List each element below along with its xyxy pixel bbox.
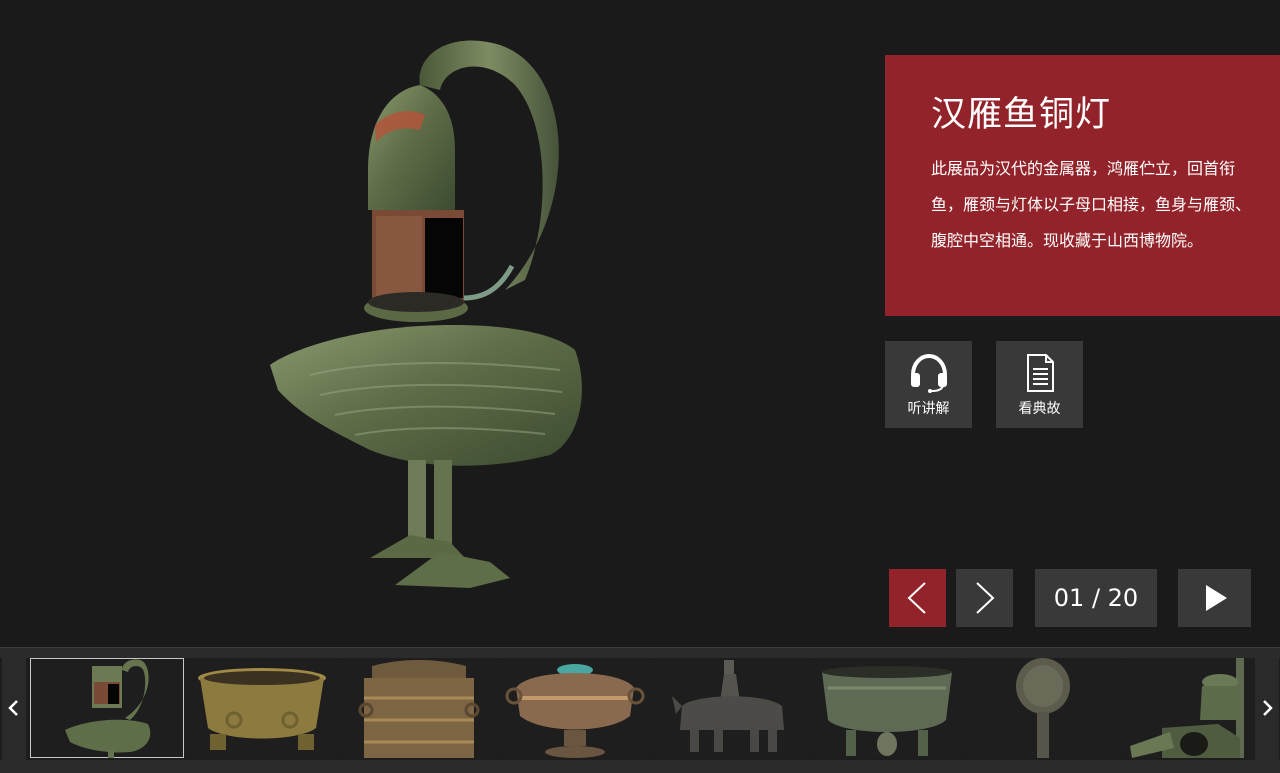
chevron-right-icon <box>976 582 995 614</box>
thumbnail-bronze-basin[interactable] <box>186 658 340 758</box>
view-story-label: 看典故 <box>1018 401 1061 417</box>
chevron-left-icon <box>907 582 926 614</box>
autoplay-button[interactable] <box>1178 569 1251 627</box>
document-icon <box>1027 354 1054 392</box>
thumbnail-strip <box>0 647 1280 773</box>
chevron-right-icon <box>1263 700 1273 716</box>
thumbnail-rider-on-ox-figure[interactable] <box>654 658 808 758</box>
thumbnail-lidded-cylinder-vessel[interactable] <box>342 658 496 758</box>
artifact-main-image <box>250 30 610 600</box>
previous-artifact-button[interactable] <box>889 569 946 627</box>
thumbnail-bronze-mirror-on-stand[interactable] <box>966 658 1120 758</box>
artifact-info-card: 汉雁鱼铜灯 此展品为汉代的金属器，鸿雁伫立，回首衔鱼，雁颈与灯体以子母口相接，鱼… <box>885 55 1280 316</box>
thumbnail-tripod-cauldron[interactable] <box>810 658 964 758</box>
strip-footer-bar <box>0 762 1280 773</box>
thumbnail-goose-fish-lamp[interactable] <box>30 658 184 758</box>
thumbnail-lidded-dou-vessel[interactable] <box>498 658 652 758</box>
next-artifact-button[interactable] <box>956 569 1013 627</box>
listen-audio-button[interactable]: 听讲解 <box>885 341 972 428</box>
headphones-icon <box>911 353 947 393</box>
artifact-title: 汉雁鱼铜灯 <box>931 95 1112 135</box>
view-story-button[interactable]: 看典故 <box>996 341 1083 428</box>
listen-audio-label: 听讲解 <box>907 401 950 417</box>
thumbnail-scroll-right-button[interactable] <box>1255 658 1279 760</box>
thumbnail-track <box>0 658 1280 760</box>
thumbnail-scroll-left-button[interactable] <box>2 658 26 760</box>
page-counter: 01 / 20 <box>1035 569 1157 627</box>
chevron-left-icon <box>8 700 18 716</box>
play-icon <box>1206 585 1227 611</box>
thumbnail-bronze-lamp-set[interactable] <box>1122 658 1276 758</box>
artifact-description: 此展品为汉代的金属器，鸿雁伫立，回首衔鱼，雁颈与灯体以子母口相接，鱼身与雁颈、腹… <box>931 159 1252 250</box>
